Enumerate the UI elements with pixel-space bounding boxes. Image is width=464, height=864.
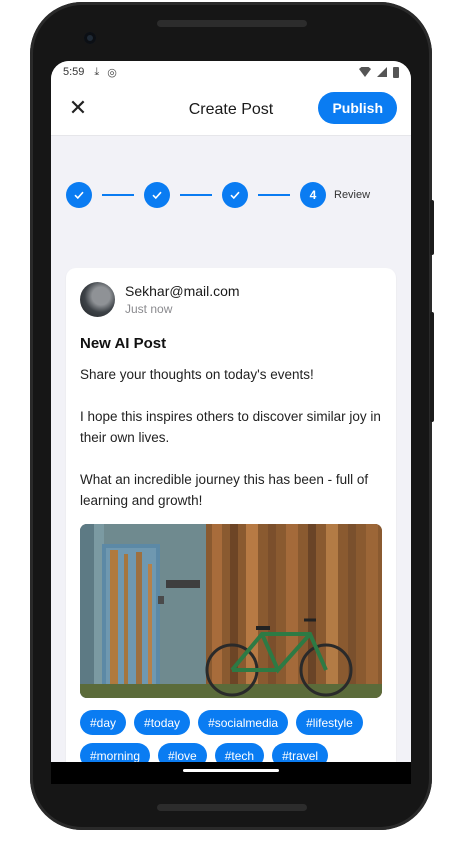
bottom-speaker <box>157 804 307 811</box>
tag-chip[interactable]: #travel <box>272 743 329 762</box>
navigation-bar <box>51 762 411 784</box>
step-connector <box>180 194 212 196</box>
wifi-icon <box>359 67 371 77</box>
screen: 5:59 ⤓ ◎ ✕ Create Post Publish 4 Review <box>51 61 411 762</box>
post-author: Sekhar@mail.com Just now <box>80 282 382 317</box>
post-paragraph: Share your thoughts on today's events! <box>80 367 314 382</box>
stepper: 4 Review <box>66 181 396 209</box>
post-body: Share your thoughts on today's events! I… <box>80 364 382 511</box>
power-button <box>430 200 434 255</box>
post-timestamp: Just now <box>125 302 173 316</box>
tag-chip[interactable]: #socialmedia <box>198 710 289 735</box>
step-3-check-icon[interactable] <box>222 182 248 208</box>
tag-chip[interactable]: #today <box>134 710 191 735</box>
home-indicator[interactable] <box>183 769 279 772</box>
step-4-label: Review <box>334 189 371 201</box>
avatar <box>80 282 115 317</box>
publish-button[interactable]: Publish <box>318 92 397 124</box>
author-name: Sekhar@mail.com <box>125 283 240 299</box>
step-2-check-icon[interactable] <box>144 182 170 208</box>
tag-chip[interactable]: #morning <box>80 743 151 762</box>
post-image <box>80 524 382 698</box>
battery-icon <box>393 66 399 78</box>
tag-chip[interactable]: #day <box>80 710 127 735</box>
post-title: New AI Post <box>80 335 167 352</box>
app-bar: ✕ Create Post Publish <box>51 83 411 136</box>
step-4-current[interactable]: 4 <box>300 182 326 208</box>
status-time: 5:59 <box>63 66 85 78</box>
volume-button <box>430 312 434 422</box>
post-paragraph: What an incredible journey this has been… <box>80 472 369 508</box>
front-camera <box>84 32 96 44</box>
tag-chip[interactable]: #tech <box>214 743 265 762</box>
status-bar: 5:59 ⤓ ◎ <box>51 61 411 83</box>
tag-chip[interactable]: #love <box>158 743 207 762</box>
tag-list: #day #today #socialmedia #lifestyle #mor… <box>80 710 382 762</box>
download-icon: ⤓ <box>94 65 100 78</box>
earpiece <box>157 20 307 27</box>
step-connector <box>258 194 290 196</box>
signal-icon <box>377 67 387 77</box>
step-1-check-icon[interactable] <box>66 182 92 208</box>
post-paragraph: I hope this inspires others to discover … <box>80 409 381 445</box>
tag-chip[interactable]: #lifestyle <box>296 710 363 735</box>
sync-icon: ◎ <box>107 66 117 79</box>
post-preview-card: Sekhar@mail.com Just now New AI Post Sha… <box>66 268 396 762</box>
step-connector <box>102 194 134 196</box>
